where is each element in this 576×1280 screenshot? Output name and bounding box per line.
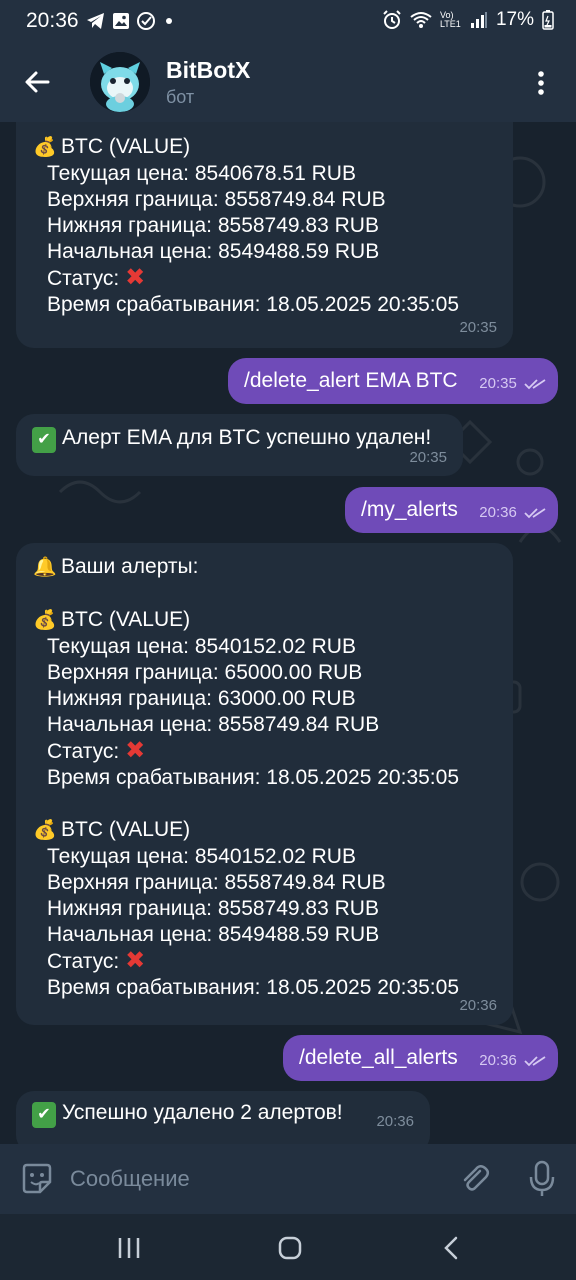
chat-subtitle: бот	[166, 87, 195, 107]
message-outgoing[interactable]: /my_alerts 20:36	[345, 487, 558, 533]
chat-area[interactable]: 💰 BTC (VALUE) Текущая цена: 8540678.51 RU…	[0, 122, 576, 1144]
recent-apps-icon[interactable]	[116, 1236, 142, 1260]
alert-line: Текущая цена: 8540678.51 RUB	[47, 162, 356, 185]
alert-line: Верхняя граница: 65000.00 RUB	[47, 661, 363, 684]
alert-line: Текущая цена: 8540152.02 RUB	[47, 845, 356, 868]
double-check-icon	[524, 379, 546, 390]
network-label: Vo) LTE1	[439, 10, 461, 29]
status-label: Статус:	[47, 267, 120, 290]
cross-mark-icon: ✖	[125, 264, 146, 291]
alert-line: Нижняя граница: 63000.00 RUB	[47, 687, 356, 710]
check-circle-icon	[137, 12, 155, 30]
status-label: Статус:	[47, 950, 120, 973]
bot-avatar[interactable]	[90, 52, 150, 112]
chat-title[interactable]: BitBotX	[166, 57, 250, 84]
sticker-icon[interactable]	[20, 1162, 54, 1196]
message-outgoing[interactable]: /delete_alert EMA BTC 20:35	[228, 358, 558, 404]
status-left-icons	[86, 11, 176, 31]
message-time: 20:36	[479, 504, 517, 521]
message-outgoing[interactable]: /delete_all_alerts 20:36	[283, 1035, 558, 1081]
bot-avatar-image	[90, 52, 150, 112]
cross-mark-icon: ✖	[125, 737, 146, 764]
telegram-icon	[87, 13, 104, 29]
message-input-bar: Сообщение	[0, 1144, 576, 1214]
back-arrow-icon[interactable]	[22, 66, 54, 98]
alert-line: Нижняя граница: 8558749.83 RUB	[47, 214, 379, 237]
money-bag-icon: 💰	[33, 610, 57, 631]
alarm-icon	[383, 10, 401, 29]
dot-icon	[166, 18, 172, 24]
message-time: 20:35	[479, 375, 517, 392]
alert-line: Начальная цена: 8549488.59 RUB	[47, 923, 380, 946]
cross-mark-icon: ✖	[125, 947, 146, 974]
alert-line: Начальная цена: 8558749.84 RUB	[47, 713, 380, 736]
more-vert-icon[interactable]	[526, 68, 556, 98]
status-label: Статус:	[47, 740, 120, 763]
status-right-icons: Vo) LTE1 17%	[382, 9, 554, 31]
alert-line: Начальная цена: 8549488.59 RUB	[47, 240, 380, 263]
double-check-icon	[524, 508, 546, 519]
wifi-icon	[410, 12, 432, 28]
message-time: 20:35	[409, 449, 447, 466]
home-icon[interactable]	[277, 1235, 303, 1261]
message-incoming[interactable]: ✔ Успешно удалено 2 алертов! 20:36	[16, 1091, 430, 1144]
alert-line: Верхняя граница: 8558749.84 RUB	[47, 871, 386, 894]
money-bag-icon: 💰	[33, 137, 57, 158]
alert-line: Текущая цена: 8540152.02 RUB	[47, 635, 356, 658]
message-input[interactable]: Сообщение	[70, 1166, 190, 1192]
double-check-icon	[524, 1056, 546, 1067]
alert-title: BTC (VALUE)	[61, 608, 191, 631]
signal-icon	[470, 12, 487, 28]
microphone-icon[interactable]	[526, 1160, 558, 1198]
message-time: 20:35	[459, 319, 497, 336]
message-time: 20:36	[459, 997, 497, 1014]
check-mark-icon: ✔	[32, 427, 56, 453]
message-text: /delete_alert EMA BTC	[244, 369, 458, 392]
message-text: Успешно удалено 2 алертов!	[62, 1101, 343, 1124]
alert-title: BTC (VALUE)	[61, 135, 191, 158]
alert-line: Время срабатывания: 18.05.2025 20:35:05	[47, 766, 459, 789]
alert-line: Верхняя граница: 8558749.84 RUB	[47, 188, 386, 211]
message-text: /my_alerts	[361, 498, 458, 521]
check-mark-icon: ✔	[32, 1102, 56, 1128]
message-text: /delete_all_alerts	[299, 1046, 458, 1069]
status-time: 20:36	[26, 9, 79, 32]
back-nav-icon[interactable]	[440, 1235, 464, 1261]
status-bar: 20:36 Vo) LTE1 17%	[0, 0, 576, 42]
alerts-heading: Ваши алерты:	[61, 555, 199, 578]
alert-line: Нижняя граница: 8558749.83 RUB	[47, 897, 379, 920]
battery-percent: 17%	[495, 9, 534, 30]
alert-line: Время срабатывания: 18.05.2025 20:35:05	[47, 293, 459, 316]
battery-icon	[542, 10, 554, 30]
message-incoming[interactable]: 🔔 Ваши алерты: 💰 BTC (VALUE) Текущая цена:…	[16, 543, 513, 1025]
message-incoming[interactable]: ✔ Алерт EMA для BTC успешно удален! 20:35	[16, 414, 463, 476]
money-bag-icon: 💰	[33, 820, 57, 841]
alert-title: BTC (VALUE)	[61, 818, 191, 841]
message-incoming[interactable]: 💰 BTC (VALUE) Текущая цена: 8540678.51 RU…	[16, 122, 513, 348]
message-time: 20:36	[479, 1052, 517, 1069]
alert-line: Время срабатывания: 18.05.2025 20:35:05	[47, 976, 459, 999]
attach-icon[interactable]	[458, 1162, 492, 1196]
message-text: Алерт EMA для BTC успешно удален!	[62, 426, 432, 449]
system-nav-bar	[0, 1214, 576, 1280]
message-time: 20:36	[376, 1113, 414, 1130]
chat-header: BitBotX бот	[0, 42, 576, 122]
gallery-icon	[113, 13, 129, 29]
bell-icon: 🔔	[33, 557, 57, 578]
